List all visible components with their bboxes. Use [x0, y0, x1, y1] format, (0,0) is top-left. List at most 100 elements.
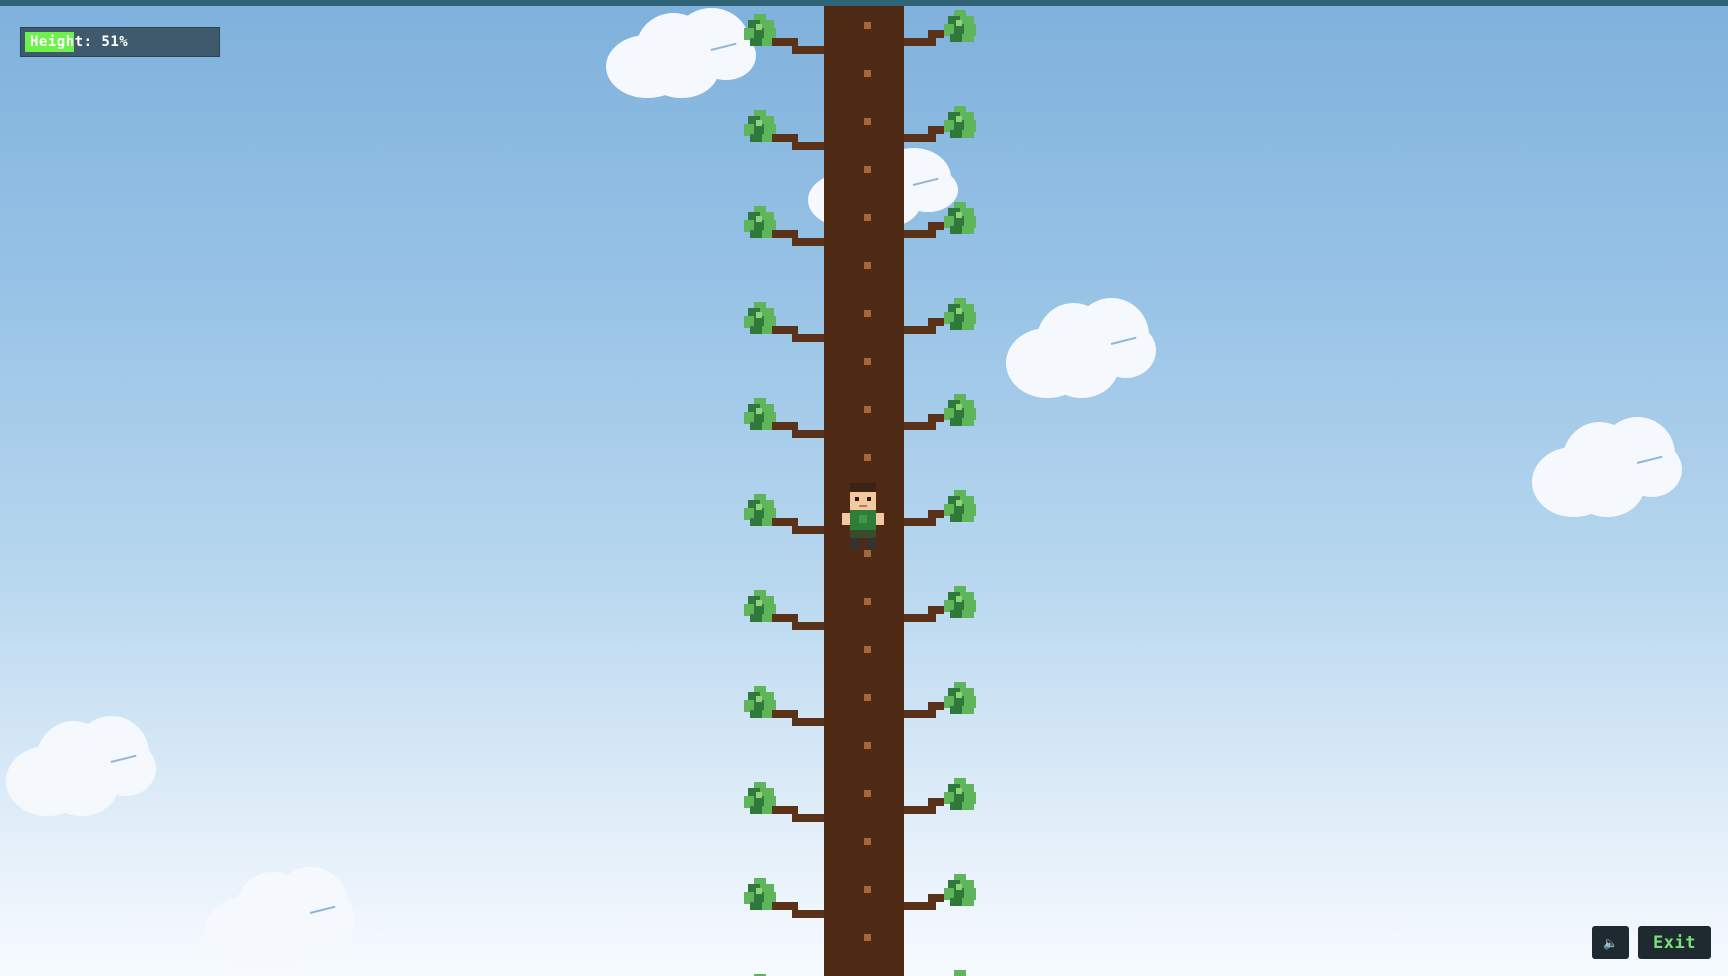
branch-segment [928, 222, 944, 230]
leaf-pixel [756, 600, 762, 606]
branch-segment [928, 318, 944, 326]
branch-segment [904, 326, 936, 334]
bark-knot [831, 296, 847, 312]
branch-segment [772, 38, 798, 46]
leaf-pixel [756, 120, 762, 126]
leaf-pixel [956, 116, 962, 122]
branch-segment [792, 46, 824, 54]
bark-speck [864, 22, 871, 29]
leaf-pixel [962, 34, 974, 42]
leaf-pixel [756, 504, 762, 510]
height-label: Height: 51% [30, 34, 129, 50]
branch-segment [792, 334, 824, 342]
bark-speck [864, 742, 871, 749]
sound-toggle-button[interactable]: 🔈 [1592, 926, 1629, 959]
leaf-cluster [944, 394, 976, 426]
cloud [205, 867, 355, 967]
cloud [1532, 417, 1682, 517]
bark-knot [831, 200, 847, 216]
bark-speck [864, 886, 871, 893]
branch-segment [904, 134, 936, 142]
leaf-pixel [956, 692, 962, 698]
bark-knot [831, 872, 847, 888]
leaf-pixel [962, 898, 974, 906]
branch-segment [928, 30, 944, 38]
bark-knot [879, 272, 895, 288]
bark-knot [831, 152, 847, 168]
leaf-pixel [956, 404, 962, 410]
bark-knot [879, 128, 895, 144]
leaf-cluster [944, 298, 976, 330]
leaf-pixel [962, 418, 974, 426]
leaf-cluster [944, 970, 976, 976]
bark-knot [831, 584, 847, 600]
player-character [842, 483, 884, 553]
leaf-pixel [962, 802, 974, 810]
bark-speck [864, 310, 871, 317]
branch-segment [928, 414, 944, 422]
cloud [1006, 298, 1156, 398]
branch-segment [772, 134, 798, 142]
bark-speck [864, 214, 871, 221]
bark-knot [831, 680, 847, 696]
bark-knot [831, 344, 847, 360]
bark-speck [864, 262, 871, 269]
branch-segment [772, 902, 798, 910]
bark-knot [831, 104, 847, 120]
branch-segment [904, 806, 936, 814]
cloud [6, 716, 156, 816]
cloud-puff [242, 902, 318, 967]
bark-knot [831, 920, 847, 936]
branch-segment [928, 702, 944, 710]
branch-segment [928, 126, 944, 134]
branch-segment [904, 710, 936, 718]
bark-speck [864, 406, 871, 413]
leaf-pixel [962, 226, 974, 234]
height-progress-bar: Height: 51% [20, 27, 220, 57]
bark-speck [864, 358, 871, 365]
bark-knot [879, 608, 895, 624]
bark-speck [864, 646, 871, 653]
leaf-cluster [944, 106, 976, 138]
branch-segment [904, 230, 936, 238]
leaf-pixel [956, 596, 962, 602]
game-scene[interactable]: Height: 51% 🔈 Exit [0, 0, 1728, 976]
bark-speck [864, 118, 871, 125]
bark-knot [879, 752, 895, 768]
bark-knot [879, 224, 895, 240]
cloud-puff [43, 751, 119, 816]
leaf-pixel [962, 514, 974, 522]
leaf-pixel [962, 322, 974, 330]
bark-knot [879, 176, 895, 192]
branch-segment [904, 902, 936, 910]
cloud-puff [1043, 333, 1119, 398]
bark-speck [864, 934, 871, 941]
bark-speck [864, 454, 871, 461]
leaf-cluster [944, 490, 976, 522]
leaf-cluster [944, 682, 976, 714]
exit-button[interactable]: Exit [1638, 926, 1711, 959]
cloud-puff [1569, 452, 1645, 517]
bark-knot [831, 56, 847, 72]
cloud [606, 8, 756, 98]
branch-segment [792, 622, 824, 630]
branch-segment [904, 518, 936, 526]
bark-knot [879, 848, 895, 864]
bark-knot [831, 440, 847, 456]
leaf-pixel [756, 24, 762, 30]
branch-segment [928, 894, 944, 902]
branch-segment [792, 430, 824, 438]
leaf-pixel [956, 20, 962, 26]
leaf-cluster [944, 202, 976, 234]
branch-segment [792, 526, 824, 534]
leaf-pixel [962, 706, 974, 714]
bark-knot [831, 968, 847, 976]
bark-knot [831, 728, 847, 744]
leaf-pixel [956, 788, 962, 794]
branch-segment [792, 718, 824, 726]
bark-knot [831, 776, 847, 792]
leaf-cluster [944, 874, 976, 906]
branch-segment [904, 422, 936, 430]
leaf-pixel [756, 216, 762, 222]
branch-segment [928, 510, 944, 518]
